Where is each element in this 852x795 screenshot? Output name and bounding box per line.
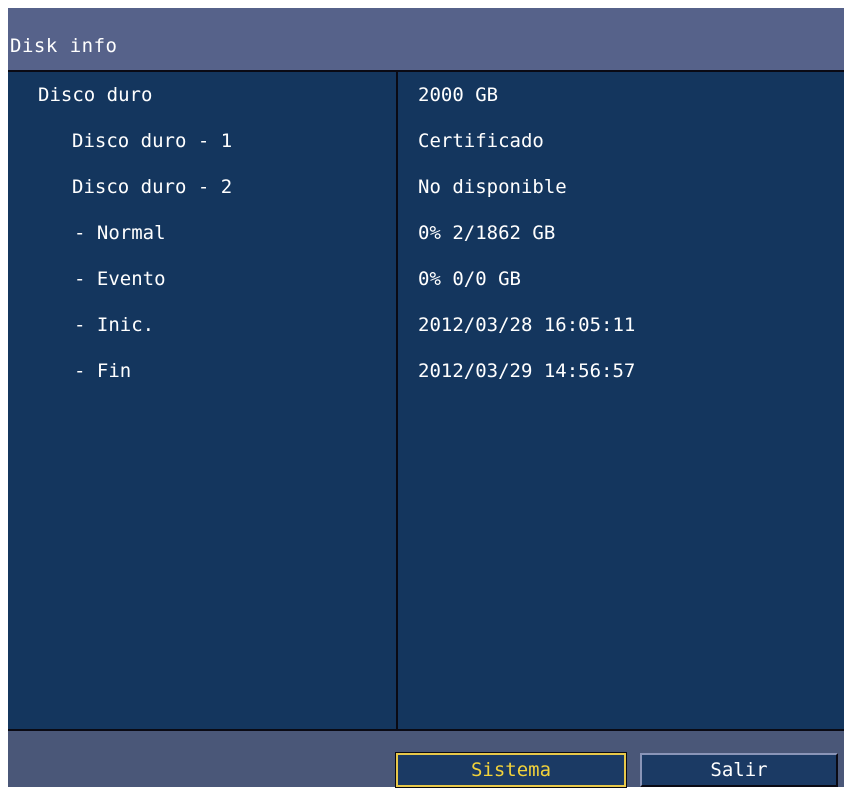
row-hdd-2: Disco duro - 2 No disponible — [8, 164, 844, 210]
row-hdd-total: Disco duro 2000 GB — [8, 72, 844, 118]
evento-label: - Evento — [74, 268, 166, 290]
inic-value: 2012/03/28 16:05:11 — [418, 314, 636, 336]
disk-info-dialog: Disk info Disco duro 2000 GB Disco duro … — [8, 8, 844, 788]
normal-value: 0% 2/1862 GB — [418, 222, 556, 244]
dialog-title: Disk info — [10, 35, 118, 57]
hdd-2-label: Disco duro - 2 — [72, 176, 233, 198]
button-bar: Sistema Salir — [8, 731, 844, 788]
hdd-2-value: No disponible — [418, 176, 567, 198]
salir-button[interactable]: Salir — [640, 753, 838, 787]
fin-label: - Fin — [74, 360, 132, 382]
title-bar: Disk info — [8, 8, 844, 70]
hdd-total-value: 2000 GB — [418, 84, 499, 106]
fin-value: 2012/03/29 14:56:57 — [418, 360, 636, 382]
inic-label: - Inic. — [74, 314, 155, 336]
row-inic: - Inic. 2012/03/28 16:05:11 — [8, 302, 844, 348]
hdd-1-label: Disco duro - 1 — [72, 130, 233, 152]
evento-value: 0% 0/0 GB — [418, 268, 521, 290]
normal-label: - Normal — [74, 222, 166, 244]
row-normal: - Normal 0% 2/1862 GB — [8, 210, 844, 256]
hdd-total-label: Disco duro — [38, 84, 153, 106]
row-fin: - Fin 2012/03/29 14:56:57 — [8, 348, 844, 394]
disk-info-panel: Disco duro 2000 GB Disco duro - 1 Certif… — [8, 70, 844, 731]
row-evento: - Evento 0% 0/0 GB — [8, 256, 844, 302]
sistema-button[interactable]: Sistema — [395, 752, 627, 788]
hdd-1-value: Certificado — [418, 130, 544, 152]
row-hdd-1: Disco duro - 1 Certificado — [8, 118, 844, 164]
